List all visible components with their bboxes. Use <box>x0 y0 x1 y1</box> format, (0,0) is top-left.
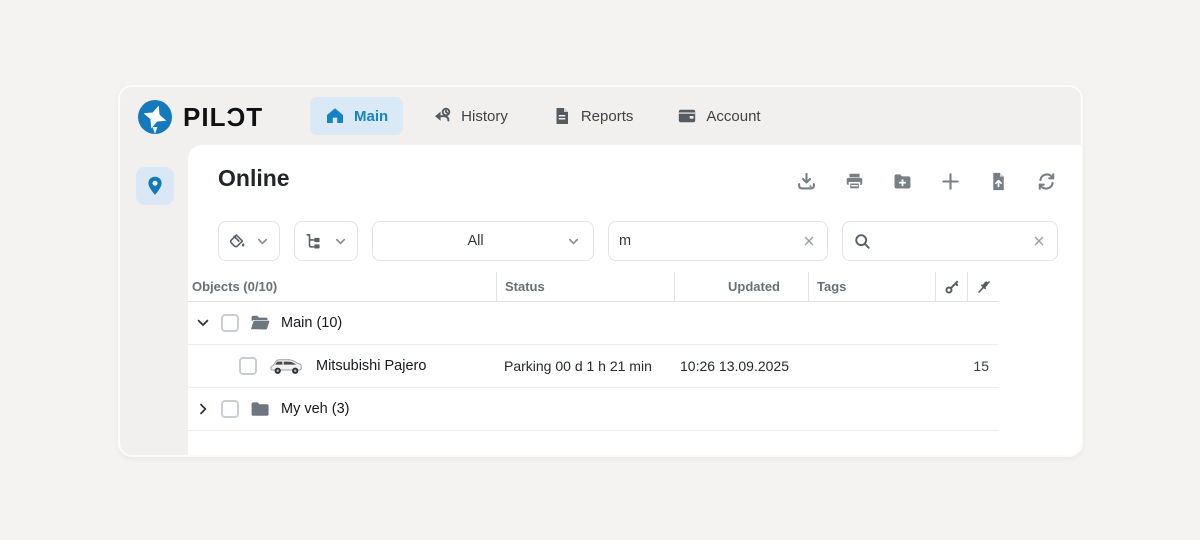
main-nav: Main History <box>310 96 776 136</box>
nav-tab-label: Main <box>354 108 388 125</box>
paint-fill-icon <box>228 232 247 251</box>
folder-closed-icon <box>249 398 271 420</box>
group-tree-dropdown[interactable] <box>294 221 358 261</box>
brand-logo: PILƆT <box>136 97 263 137</box>
vehicle-photo <box>267 354 305 378</box>
file-upload-icon[interactable] <box>988 171 1009 192</box>
vehicle-name: Mitsubishi Pajero <box>316 358 426 374</box>
row-checkbox[interactable] <box>221 314 239 332</box>
reports-icon <box>552 106 572 126</box>
panel-toolbar <box>796 171 1057 192</box>
chevron-down-icon <box>255 234 270 249</box>
pin-off-icon <box>976 279 992 295</box>
nav-tab-label: Reports <box>581 108 634 125</box>
brand-name: PILƆT <box>183 102 263 133</box>
status-cell: Parking 00 d 1 h 21 min <box>496 358 674 374</box>
app-window: PILƆT Main History <box>0 0 1200 540</box>
nav-tab-reports[interactable]: Reports <box>537 97 649 135</box>
column-header-key[interactable] <box>935 272 967 302</box>
tree-icon <box>304 232 323 251</box>
key-icon <box>944 279 960 295</box>
nav-tab-history[interactable]: History <box>417 97 523 135</box>
objects-cell: My veh (3) <box>188 398 496 420</box>
main-card: PILƆT Main History <box>118 85 1083 457</box>
clear-icon[interactable] <box>1031 233 1047 249</box>
nav-tab-main[interactable]: Main <box>310 97 403 135</box>
nav-tab-label: Account <box>706 108 760 125</box>
color-fill-dropdown[interactable] <box>218 221 280 261</box>
pilot-logo-icon <box>136 98 174 136</box>
value-cell: 15 <box>935 358 999 374</box>
nav-tab-label: History <box>461 108 508 125</box>
download-icon[interactable] <box>796 171 817 192</box>
table-row-group-myveh[interactable]: My veh (3) <box>188 388 999 431</box>
chevron-down-icon[interactable] <box>195 315 211 331</box>
printer-icon[interactable] <box>844 171 865 192</box>
search-input[interactable] <box>879 233 1024 249</box>
chevron-down-icon <box>333 234 348 249</box>
history-icon <box>432 106 452 126</box>
objects-cell: Mitsubishi Pajero <box>188 354 496 378</box>
chevron-right-icon[interactable] <box>195 401 211 417</box>
objects-cell: Main (10) <box>188 312 496 334</box>
chevron-down-icon <box>566 234 581 249</box>
column-header-updated: Updated <box>674 272 808 302</box>
column-header-pin[interactable] <box>967 272 999 302</box>
group-label: Main (10) <box>281 315 342 331</box>
name-filter-input[interactable] <box>619 233 801 249</box>
search-icon <box>853 232 872 251</box>
table-header: Objects (0/10) Status Updated Tags <box>188 272 999 302</box>
name-filter-field <box>608 221 828 261</box>
filter-bar: All <box>120 221 1081 261</box>
page-title: Online <box>218 165 290 192</box>
home-icon <box>325 106 345 126</box>
updated-cell: 10:26 13.09.2025 <box>674 358 808 374</box>
account-icon <box>677 106 697 126</box>
map-pin-icon <box>144 175 166 197</box>
folder-plus-icon[interactable] <box>892 171 913 192</box>
refresh-icon[interactable] <box>1036 171 1057 192</box>
row-checkbox[interactable] <box>239 357 257 375</box>
row-checkbox[interactable] <box>221 400 239 418</box>
map-pin-button[interactable] <box>136 167 174 205</box>
column-header-objects: Objects (0/10) <box>188 272 496 302</box>
table-row-group-main[interactable]: Main (10) <box>188 302 999 345</box>
folder-open-icon <box>249 312 271 334</box>
plus-icon[interactable] <box>940 171 961 192</box>
column-header-status: Status <box>496 272 674 302</box>
clear-icon[interactable] <box>801 233 817 249</box>
column-header-tags: Tags <box>808 272 935 302</box>
nav-tab-account[interactable]: Account <box>662 97 775 135</box>
search-field <box>842 221 1058 261</box>
group-filter-value: All <box>385 233 566 249</box>
table-row-vehicle[interactable]: Mitsubishi Pajero Parking 00 d 1 h 21 mi… <box>188 345 999 388</box>
group-filter-select[interactable]: All <box>372 221 594 261</box>
group-label: My veh (3) <box>281 401 350 417</box>
